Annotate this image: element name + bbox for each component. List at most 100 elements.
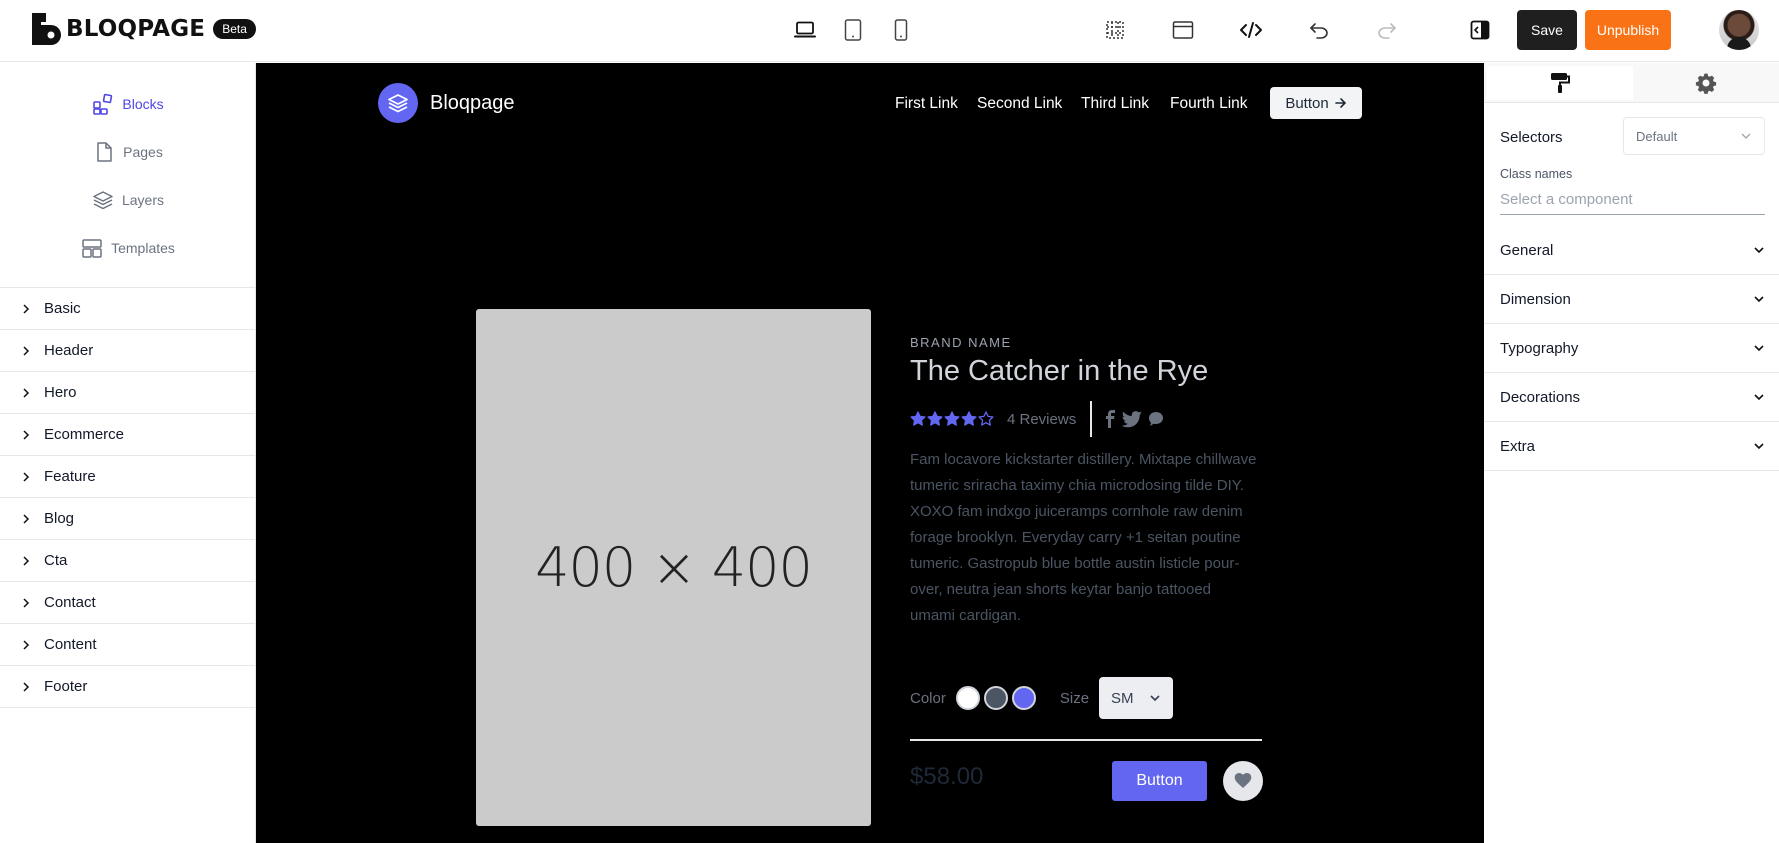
class-names-input[interactable] [1500,185,1765,215]
buy-button[interactable]: Button [1112,761,1207,801]
category-label: Ecommerce [44,426,125,443]
chevron-down-icon [1754,247,1764,254]
rating-divider [1090,401,1093,437]
app-logo[interactable]: BLOQPAGE Beta [32,13,256,45]
section-decorations[interactable]: Decorations [1484,373,1779,422]
selectors-label: Selectors [1500,129,1563,146]
star-empty-icon [978,411,994,426]
tab-style-manager[interactable] [1487,66,1633,100]
section-typography[interactable]: Typography [1484,324,1779,373]
user-avatar[interactable] [1719,10,1759,50]
category-blog[interactable]: Blog [0,498,256,540]
undo-icon[interactable] [1307,18,1331,42]
product-title: The Catcher in the Rye [910,355,1209,387]
twitter-icon[interactable] [1122,410,1143,428]
category-footer[interactable]: Footer [0,666,256,708]
product-options: Color Size SM [910,677,1174,719]
chevron-down-icon [1754,296,1764,303]
site-nav-button[interactable]: Button [1270,87,1362,119]
facebook-icon[interactable] [1106,410,1116,428]
chevron-right-icon [23,513,30,524]
category-header[interactable]: Header [0,330,256,372]
site-link-fourth[interactable]: Fourth Link [1170,95,1248,113]
category-contact[interactable]: Contact [0,582,256,624]
section-label: Typography [1500,339,1579,357]
paint-roller-icon [1551,73,1570,93]
nav-item-blocks[interactable]: Blocks [0,86,256,122]
chevron-right-icon [23,597,30,608]
color-swatch-indigo[interactable] [1011,686,1036,710]
chevron-right-icon [23,639,30,650]
preview-icon[interactable] [1171,18,1195,42]
section-label: Decorations [1500,388,1581,406]
product-rating: 4 Reviews [910,401,1170,437]
panel-tabs [1484,63,1779,103]
mobile-view-icon[interactable] [889,18,913,42]
chevron-right-icon [23,555,30,566]
site-nav-button-label: Button [1285,94,1329,112]
category-label: Hero [44,384,77,401]
nav-item-templates[interactable]: Templates [0,230,256,266]
app-name: BLOQPAGE [66,16,206,42]
category-ecommerce[interactable]: Ecommerce [0,414,256,456]
color-label: Color [910,689,946,707]
category-basic[interactable]: Basic [0,288,256,330]
tablet-view-icon[interactable] [841,18,865,42]
editor-canvas[interactable]: Bloqpage First Link Second Link Third Li… [256,63,1484,843]
beta-badge: Beta [213,19,256,39]
desktop-view-icon[interactable] [793,18,817,42]
code-icon[interactable] [1239,18,1263,42]
rating-stars [910,411,995,427]
section-label: Extra [1500,437,1536,455]
category-label: Feature [44,468,96,485]
nav-item-pages[interactable]: Pages [0,134,256,170]
section-label: General [1500,241,1554,259]
product-description: Fam locavore kickstarter distillery. Mix… [910,451,1257,624]
selectors-value: Default [1636,128,1678,144]
category-label: Content [44,636,97,653]
save-button[interactable]: Save [1517,10,1577,50]
class-names-label: Class names [1500,167,1573,181]
wishlist-button[interactable] [1223,761,1263,801]
toggle-panel-icon[interactable] [1468,18,1492,42]
chevron-down-icon [1741,133,1751,139]
category-label: Blog [44,510,75,527]
social-links [1106,410,1170,428]
product-price: $58.00 [910,763,984,790]
category-label: Contact [44,594,96,611]
site-link-third[interactable]: Third Link [1081,95,1149,113]
component-outline-icon[interactable] [1103,18,1127,42]
category-label: Footer [44,678,88,695]
chat-icon[interactable] [1148,411,1164,427]
color-swatch-gray[interactable] [983,686,1008,710]
category-content[interactable]: Content [0,624,256,666]
section-extra[interactable]: Extra [1484,422,1779,471]
templates-icon [82,239,102,258]
tab-settings[interactable] [1633,66,1779,100]
unpublish-button[interactable]: Unpublish [1585,10,1671,50]
size-label: Size [1059,689,1090,707]
blocks-icon [93,93,113,115]
star-filled-icon [944,411,960,426]
category-cta[interactable]: Cta [0,540,256,582]
section-general[interactable]: General [1484,226,1779,275]
section-dimension[interactable]: Dimension [1484,275,1779,324]
size-select[interactable]: SM [1099,677,1174,719]
chevron-right-icon [23,345,30,356]
layers-icon [93,191,113,210]
nav-item-layers[interactable]: Layers [0,182,256,218]
redo-icon[interactable] [1375,18,1399,42]
product-image-placeholder[interactable]: 400 × 400 [476,309,871,826]
reviews-count[interactable]: 4 Reviews [1007,411,1076,428]
size-value: SM [1111,689,1134,707]
category-hero[interactable]: Hero [0,372,256,414]
category-feature[interactable]: Feature [0,456,256,498]
star-filled-icon [927,411,943,426]
site-link-first[interactable]: First Link [895,95,958,113]
color-swatch-white[interactable] [955,686,980,710]
category-label: Basic [44,300,81,317]
top-toolbar: BLOQPAGE Beta Save Unpublish [0,0,1779,62]
selectors-dropdown[interactable]: Default [1623,117,1765,155]
site-link-second[interactable]: Second Link [977,95,1062,113]
arrow-right-icon [1334,98,1346,108]
